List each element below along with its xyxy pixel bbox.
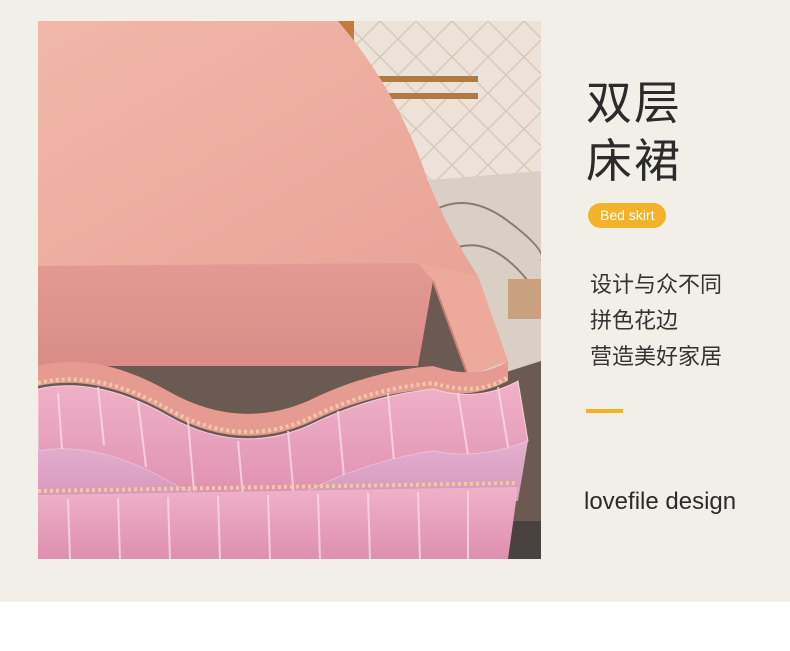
content-panel: 双层 床裙 Bed skirt 设计与众不同 拼色花边 营造美好家居 lovef… [0, 0, 790, 602]
bed-skirt-tag: Bed skirt [588, 203, 667, 228]
accent-divider [586, 409, 623, 413]
title-line-1: 双层 [586, 76, 682, 130]
product-photo [38, 21, 541, 559]
title-line-2: 床裙 [586, 134, 682, 188]
brand-name: lovefile design [584, 488, 737, 515]
page-title: 双层 床裙 [586, 74, 682, 190]
feature-description: 设计与众不同 拼色花边 营造美好家居 [590, 268, 722, 376]
description-line-1: 设计与众不同 [590, 273, 723, 298]
description-line-2: 拼色花边 [590, 309, 679, 334]
description-line-3: 营造美好家居 [590, 345, 723, 370]
